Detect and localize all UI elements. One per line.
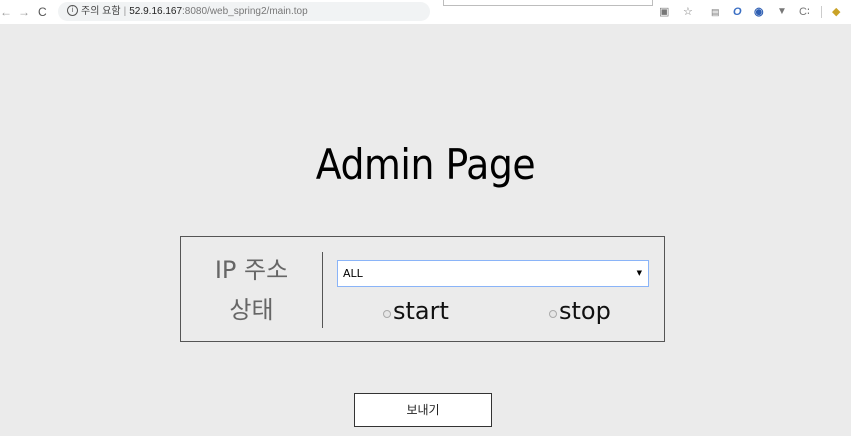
reload-icon[interactable]: C [38, 4, 47, 20]
column-divider [322, 252, 323, 328]
url-path: :8080/web_spring2/main.top [182, 6, 308, 17]
star-icon[interactable]: ☆ [683, 4, 693, 20]
submit-button[interactable]: 보내기 [354, 393, 492, 427]
browser-toolbar: ← → C i 주의 요함 | 52.9.16.167:8080/web_spring… [0, 0, 851, 24]
extension-icon-1[interactable]: O [733, 4, 742, 20]
info-icon[interactable]: i [67, 4, 78, 16]
puzzle-icon[interactable]: ◆ [832, 4, 840, 20]
popup-edge [443, 0, 653, 6]
vpn-icon[interactable]: ▼ [777, 4, 787, 20]
status-radio-stop[interactable]: stop [549, 296, 611, 326]
ip-select[interactable]: ALL ▼ [337, 260, 649, 287]
radio-stop-label: stop [559, 297, 611, 325]
toolbar-divider [821, 6, 822, 18]
url-separator: | [123, 6, 127, 17]
back-icon[interactable]: ← [0, 4, 12, 20]
status-label: 상태 [229, 296, 274, 324]
radio-button-icon[interactable] [549, 310, 557, 318]
address-bar[interactable]: i 주의 요함 | 52.9.16.167:8080/web_spring2/main… [58, 2, 430, 21]
translate-icon[interactable]: ▣ [659, 4, 669, 20]
security-warning[interactable]: 주의 요함 [81, 6, 121, 17]
ip-address-label: IP 주소 [214, 256, 289, 284]
control-panel: IP 주소 상태 ALL ▼ start stop [180, 236, 665, 342]
dropdown-caret-icon: ▼ [636, 269, 642, 277]
radio-start-label: start [393, 297, 449, 325]
ip-select-value: ALL [343, 267, 363, 280]
extension-icon-2[interactable]: ◉ [754, 4, 764, 20]
url-host: 52.9.16.167 [129, 6, 183, 17]
radio-button-icon[interactable] [383, 310, 391, 318]
screen-icon[interactable]: ▤ [711, 4, 720, 20]
page-title: Admin Page [315, 140, 536, 189]
forward-icon[interactable]: → [18, 4, 30, 20]
cuckoo-icon[interactable]: C∶ [799, 4, 810, 20]
status-radio-start[interactable]: start [383, 296, 449, 326]
